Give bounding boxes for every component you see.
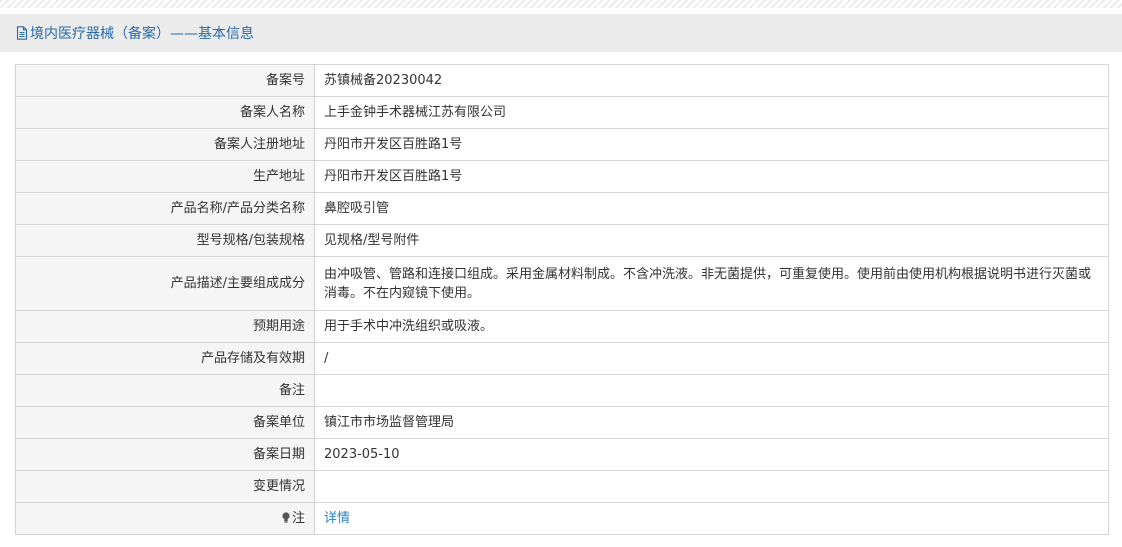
row-value: /	[314, 342, 1109, 375]
row-label: 变更情况	[15, 470, 315, 503]
table-row: 备案号 苏镇械备20230042	[15, 64, 1109, 97]
table-row: 生产地址 丹阳市开发区百胜路1号	[15, 160, 1109, 193]
note-label: 注	[291, 511, 305, 526]
document-icon	[16, 26, 28, 40]
row-value	[314, 470, 1109, 503]
table-row: 产品名称/产品分类名称 鼻腔吸引管	[15, 192, 1109, 225]
row-value: 丹阳市开发区百胜路1号	[314, 160, 1109, 193]
detail-link[interactable]: 详情	[324, 511, 350, 526]
row-label: 型号规格/包装规格	[15, 224, 315, 257]
row-value	[314, 374, 1109, 407]
table-row: 变更情况	[15, 470, 1109, 503]
page-title: 境内医疗器械（备案）——基本信息	[30, 26, 254, 42]
row-label: 生产地址	[15, 160, 315, 193]
panel-header: 境内医疗器械（备案）——基本信息	[0, 14, 1122, 52]
table-row: 注 详情	[15, 502, 1109, 535]
row-value: 苏镇械备20230042	[314, 64, 1109, 97]
table-row: 产品描述/主要组成成分 由冲吸管、管路和连接口组成。采用金属材料制成。不含冲洗液…	[15, 256, 1109, 311]
basic-info-panel: 境内医疗器械（备案）——基本信息 备案号 苏镇械备20230042 备案人名称 …	[0, 14, 1122, 547]
row-label: 产品名称/产品分类名称	[15, 192, 315, 225]
table-row: 备案单位 镇江市市场监督管理局	[15, 406, 1109, 439]
table-row: 预期用途 用于手术中冲洗组织或吸液。	[15, 310, 1109, 343]
row-value: 用于手术中冲洗组织或吸液。	[314, 310, 1109, 343]
row-label: 产品存储及有效期	[15, 342, 315, 375]
row-label: 产品描述/主要组成成分	[15, 256, 315, 311]
row-value: 丹阳市开发区百胜路1号	[314, 128, 1109, 161]
table-row: 型号规格/包装规格 见规格/型号附件	[15, 224, 1109, 257]
note-label-cell: 注	[15, 502, 315, 535]
row-value: 鼻腔吸引管	[314, 192, 1109, 225]
panel-body: 备案号 苏镇械备20230042 备案人名称 上手金钟手术器械江苏有限公司 备案…	[0, 52, 1122, 547]
row-label: 备案号	[15, 64, 315, 97]
top-decor-stripe	[0, 0, 1122, 8]
note-value-cell: 详情	[314, 502, 1109, 535]
table-row: 备案日期 2023-05-10	[15, 438, 1109, 471]
row-label: 备案人注册地址	[15, 128, 315, 161]
row-value: 见规格/型号附件	[314, 224, 1109, 257]
table-row: 产品存储及有效期 /	[15, 342, 1109, 375]
row-label: 预期用途	[15, 310, 315, 343]
lightbulb-icon	[282, 512, 290, 523]
table-row: 备注	[15, 374, 1109, 407]
row-label: 备注	[15, 374, 315, 407]
row-label: 备案单位	[15, 406, 315, 439]
row-value: 上手金钟手术器械江苏有限公司	[314, 96, 1109, 129]
table-row: 备案人名称 上手金钟手术器械江苏有限公司	[15, 96, 1109, 129]
row-label: 备案人名称	[15, 96, 315, 129]
info-table: 备案号 苏镇械备20230042 备案人名称 上手金钟手术器械江苏有限公司 备案…	[15, 64, 1109, 535]
table-row: 备案人注册地址 丹阳市开发区百胜路1号	[15, 128, 1109, 161]
row-value: 镇江市市场监督管理局	[314, 406, 1109, 439]
row-value: 2023-05-10	[314, 438, 1109, 471]
row-label: 备案日期	[15, 438, 315, 471]
row-value: 由冲吸管、管路和连接口组成。采用金属材料制成。不含冲洗液。非无菌提供，可重复使用…	[314, 256, 1109, 311]
